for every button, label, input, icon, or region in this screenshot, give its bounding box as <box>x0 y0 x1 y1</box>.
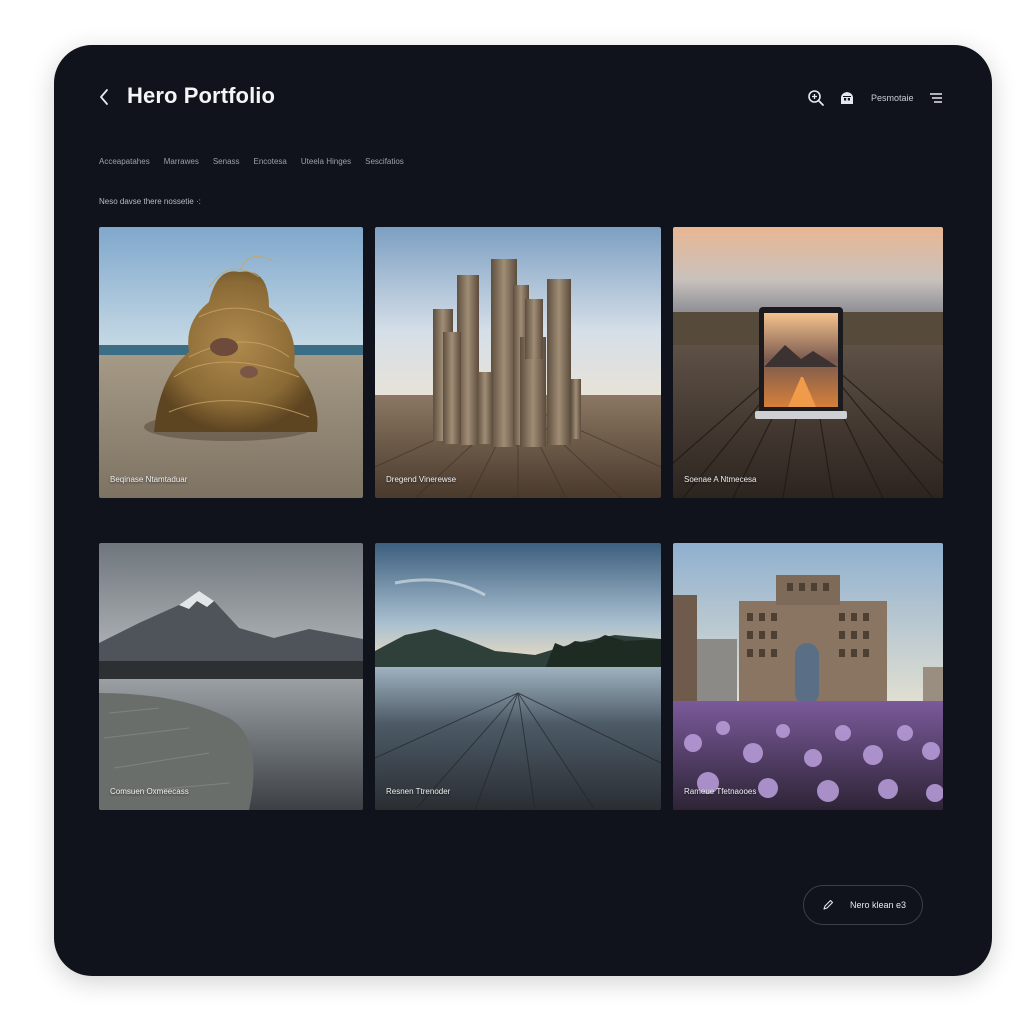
home-button[interactable] <box>837 88 857 108</box>
filter-tab[interactable]: Acceapatahes <box>99 157 150 166</box>
card-caption: Resnen Ttrenoder <box>386 787 451 796</box>
page-title: Hero Portfolio <box>127 83 276 108</box>
gallery-card[interactable]: Rameue Tfetnaooes <box>673 543 943 810</box>
gallery-card[interactable]: Resnen Ttrenoder <box>375 543 661 810</box>
gallery-image-wood-pillars <box>375 227 661 498</box>
back-button[interactable] <box>92 85 116 109</box>
pen-icon <box>823 899 834 910</box>
card-caption: Beqinase Ntamtaduar <box>110 475 188 484</box>
search-zoom-icon <box>808 90 824 106</box>
filter-tab[interactable]: Senass <box>213 157 240 166</box>
filter-tab[interactable]: Encotesa <box>254 157 287 166</box>
filter-tab[interactable]: Sescifatios <box>365 157 404 166</box>
app-window: Hero Portfolio Pesmotaie Acceapatahes Ma… <box>54 45 992 976</box>
search-button[interactable] <box>806 88 826 108</box>
header-action-label[interactable]: Pesmotaie <box>871 93 914 103</box>
card-caption: Rameue Tfetnaooes <box>684 787 757 796</box>
card-caption: Dregend Vinerewse <box>386 475 457 484</box>
card-caption: Comsuen Oxmeecass <box>110 787 189 796</box>
filter-tab[interactable]: Uteela Hinges <box>301 157 351 166</box>
gallery-card[interactable]: Soenae A Ntmecesa <box>673 227 943 498</box>
gallery-image-lake-reflection <box>375 543 661 810</box>
section-label: Neso davse there nossetie ·: <box>99 197 201 206</box>
header: Hero Portfolio Pesmotaie <box>54 45 992 155</box>
gallery-image-tablet-on-deck <box>673 227 943 498</box>
new-item-button[interactable]: Nero klean e3 <box>803 885 923 925</box>
home-icon <box>841 92 853 104</box>
new-item-label: Nero klean e3 <box>850 900 907 910</box>
gallery-card[interactable]: Dregend Vinerewse <box>375 227 661 498</box>
gallery-card[interactable]: Comsuen Oxmeecass <box>99 543 363 810</box>
menu-icon <box>930 93 942 103</box>
menu-button[interactable] <box>926 88 946 108</box>
gallery-card[interactable]: Beqinase Ntamtaduar <box>99 227 363 498</box>
gallery-image-mountain-lake <box>99 543 363 810</box>
gallery-image-building-flowers <box>673 543 943 810</box>
gallery-image-hay-creature-beach <box>99 227 363 498</box>
back-chevron-icon <box>100 89 108 105</box>
filter-tab[interactable]: Marrawes <box>164 157 199 166</box>
filter-tabs: Acceapatahes Marrawes Senass Encotesa Ut… <box>99 157 418 166</box>
card-caption: Soenae A Ntmecesa <box>684 475 757 484</box>
